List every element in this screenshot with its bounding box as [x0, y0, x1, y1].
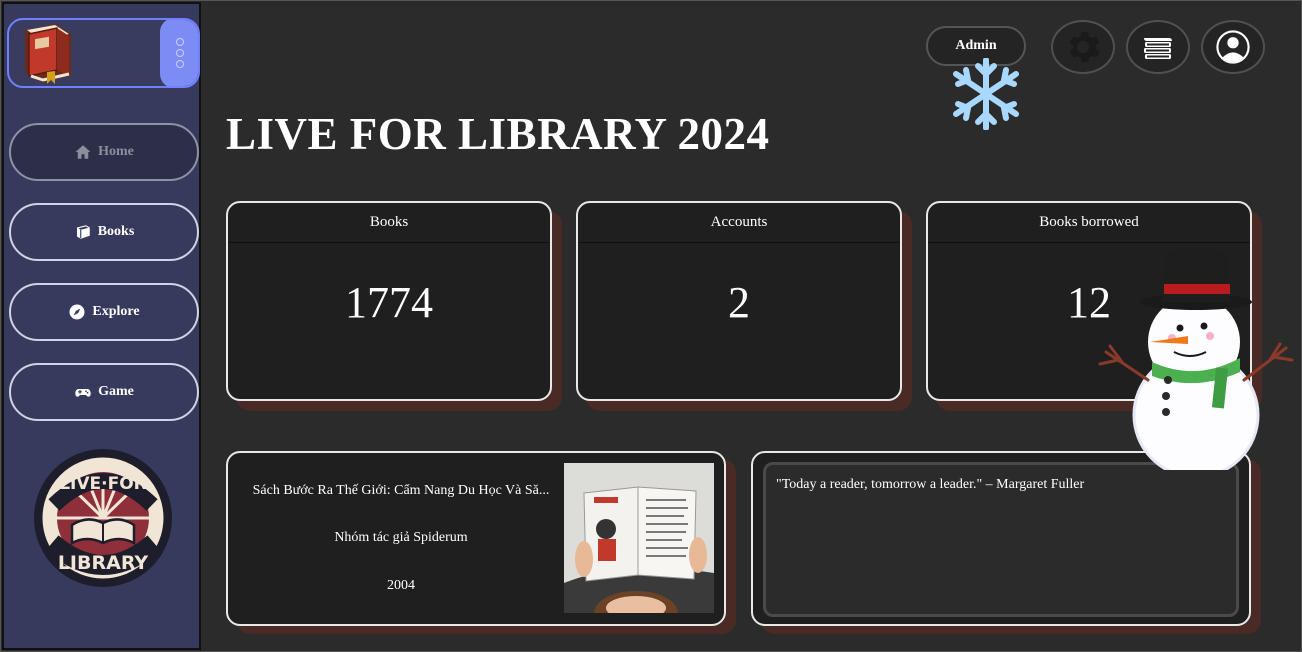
gamepad-icon	[75, 389, 91, 397]
app-logo-box	[7, 18, 200, 88]
page-title: LIVE FOR LIBRARY 2024	[226, 109, 770, 159]
sidebar-item-books[interactable]: Books	[9, 203, 199, 261]
sidebar: Home Books Explore Game LIVE·FOR LIBRARY	[2, 2, 201, 650]
stat-card-label: Books	[228, 203, 550, 243]
profile-button[interactable]	[1201, 20, 1265, 74]
sidebar-toggle-button[interactable]	[160, 20, 198, 86]
stat-card-value: 1774	[345, 278, 433, 327]
sidebar-item-explore[interactable]: Explore	[9, 283, 199, 341]
featured-book-title: Sách Bước Ra Thế Giới: Cẩm Nang Du Học V…	[252, 482, 550, 498]
stat-card-value: 2	[728, 278, 750, 327]
sidebar-item-label: Home	[98, 144, 134, 159]
book-icon	[76, 225, 90, 239]
admin-label: Admin	[955, 38, 997, 53]
featured-book-author: Nhóm tác giả Spiderum	[334, 530, 468, 546]
compass-icon	[69, 304, 85, 320]
svg-text:LIBRARY: LIBRARY	[58, 552, 149, 574]
sidebar-item-label: Game	[98, 384, 134, 399]
sidebar-item-label: Explore	[92, 304, 140, 319]
stat-card-label: Books borrowed	[928, 203, 1250, 243]
red-book-logo-icon	[25, 24, 71, 84]
books-button[interactable]	[1126, 20, 1190, 74]
stat-card-books: Books 1774	[226, 201, 562, 411]
quote-card: "Today a reader, tomorrow a leader." – M…	[751, 451, 1261, 634]
books-stack-icon	[1144, 38, 1172, 59]
settings-button[interactable]	[1051, 20, 1115, 74]
sidebar-item-game[interactable]: Game	[9, 363, 199, 421]
quote-text: "Today a reader, tomorrow a leader." – M…	[776, 477, 1085, 492]
gear-icon	[1069, 31, 1100, 63]
featured-book-card[interactable]: Sách Bước Ra Thế Giới: Cẩm Nang Du Học V…	[226, 451, 736, 634]
featured-book-image	[564, 463, 714, 613]
stat-card-label: Accounts	[578, 203, 900, 243]
snowflake-decoration-icon	[953, 58, 1019, 130]
snowman-decoration	[1098, 248, 1294, 470]
sidebar-item-label: Books	[97, 224, 135, 239]
svg-text:LIVE·FOR: LIVE·FOR	[59, 474, 147, 494]
sidebar-item-home[interactable]: Home	[9, 123, 199, 181]
stat-card-accounts: Accounts 2	[576, 201, 912, 411]
home-icon	[75, 145, 91, 159]
user-icon	[1216, 30, 1250, 64]
featured-book-year: 2004	[387, 578, 415, 594]
live-for-library-badge-logo: LIVE·FOR LIBRARY	[34, 449, 172, 587]
